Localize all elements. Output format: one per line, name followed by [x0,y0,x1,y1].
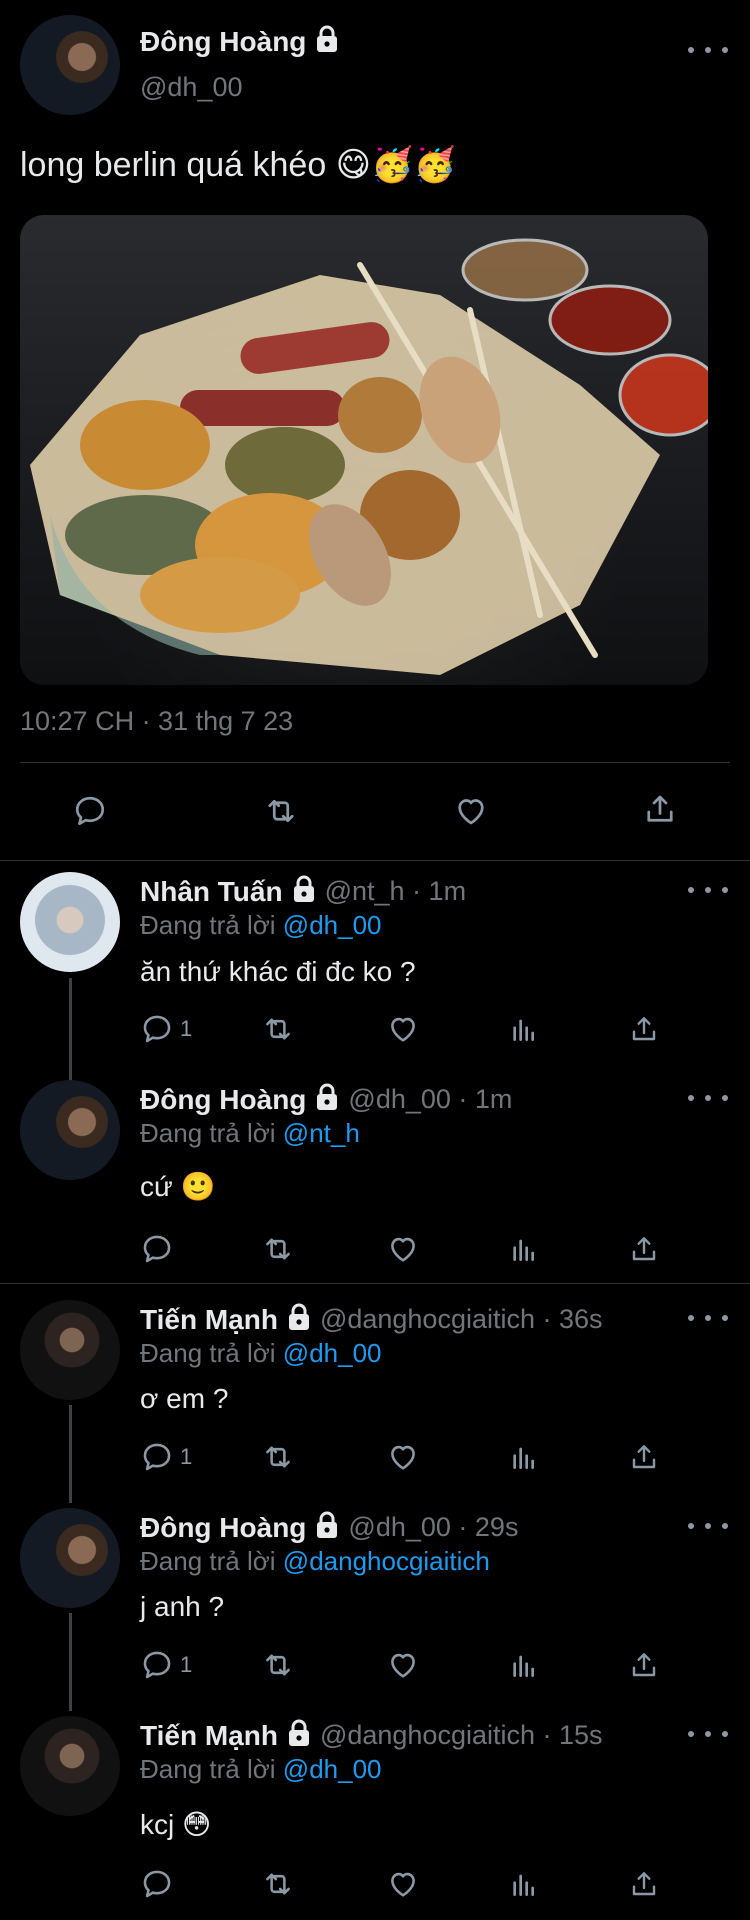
analytics-icon[interactable] [508,1440,540,1474]
reply-icon[interactable]: 1 [140,1440,192,1474]
reply-context-prefix: Đang trả lời [140,910,276,940]
analytics-icon[interactable] [508,1232,540,1266]
reply-context: Đang trả lời @dh_00 [140,910,382,941]
reply-avatar[interactable] [20,1080,120,1180]
lock-icon [291,875,317,908]
analytics-icon[interactable] [508,1648,540,1682]
reply-text: j anh ? [140,1591,225,1622]
reply-avatar[interactable] [20,1300,120,1400]
analytics-icon[interactable] [508,1867,540,1901]
retweet-icon[interactable] [260,1867,296,1901]
like-icon[interactable] [385,1867,421,1901]
like-icon[interactable] [385,1232,421,1266]
reply-context-prefix: Đang trả lời [140,1338,276,1368]
thread-line [69,978,72,1083]
main-divider-top [20,762,730,763]
reply-text: cứ 🙂 [140,1171,216,1202]
reply-icon[interactable]: 1 [140,1012,192,1046]
reply-icon[interactable]: 1 [140,1648,192,1682]
reply-context: Đang trả lời @danghocgiaitich [140,1546,490,1577]
reply-avatar[interactable] [20,1508,120,1608]
like-icon[interactable] [385,1648,421,1682]
analytics-icon[interactable] [508,1012,540,1046]
main-author-handle[interactable]: @dh_00 [140,72,243,103]
reply-more-icon[interactable] [688,1088,728,1108]
reply-icon[interactable] [140,1232,180,1266]
lock-icon [286,1719,312,1752]
reply-count: 1 [180,1652,193,1677]
like-icon[interactable] [385,1012,421,1046]
main-author-name[interactable]: Đông Hoàng [140,26,306,58]
reply-divider [0,1283,750,1284]
lock-icon [286,1303,312,1336]
reply-handle-time[interactable]: @dh_00 · 1m [348,1084,512,1115]
food-photo-illustration [30,238,708,675]
reply-handle-time[interactable]: @nt_h · 1m [325,876,466,907]
lock-icon [314,1511,340,1544]
reply-context-handle[interactable]: @danghocgiaitich [283,1546,490,1576]
share-icon[interactable] [628,1648,660,1682]
main-like-icon[interactable] [452,793,490,834]
main-timestamp[interactable]: 10:27 CH · 31 thg 7 23 [20,706,293,737]
reply-context-handle[interactable]: @dh_00 [283,1338,382,1368]
reply-text: ơ em ? [140,1383,229,1414]
reply-handle-time[interactable]: @danghocgiaitich · 15s [320,1720,603,1751]
reply-context-prefix: Đang trả lời [140,1118,276,1148]
reply-author-name[interactable]: Đông Hoàng [140,1084,306,1116]
reply-icon[interactable] [140,1867,180,1901]
reply-context-prefix: Đang trả lời [140,1546,276,1576]
reply-handle-time[interactable]: @dh_00 · 29s [348,1512,518,1543]
main-more-icon[interactable] [688,40,728,60]
main-share-icon[interactable] [642,790,678,833]
reply-author-name[interactable]: Đông Hoàng [140,1512,306,1544]
retweet-icon[interactable] [260,1440,296,1474]
reply-context-handle[interactable]: @nt_h [283,1118,360,1148]
reply-more-icon[interactable] [688,1724,728,1744]
reply-handle-time[interactable]: @danghocgiaitich · 36s [320,1304,603,1335]
main-tweet-text: long berlin quá khéo 😋🥳🥳 [20,146,456,184]
reply-context: Đang trả lời @dh_00 [140,1754,382,1785]
reply-text: kcj 😳 [140,1809,212,1840]
tweet-photo[interactable] [20,215,708,685]
share-icon[interactable] [628,1232,660,1266]
like-icon[interactable] [385,1440,421,1474]
reply-avatar[interactable] [20,1716,120,1816]
reply-count: 1 [180,1016,193,1041]
retweet-icon[interactable] [260,1648,296,1682]
retweet-icon[interactable] [260,1232,296,1266]
main-retweet-icon[interactable] [262,793,300,834]
main-divider-bottom [0,860,750,861]
reply-author-name[interactable]: Nhân Tuấn [140,876,283,908]
reply-avatar[interactable] [20,872,120,972]
reply-context-prefix: Đang trả lời [140,1754,276,1784]
reply-text: ăn thứ khác đi đc ko ? [140,956,416,987]
reply-author-name[interactable]: Tiến Mạnh [140,1304,278,1336]
retweet-icon[interactable] [260,1012,296,1046]
share-icon[interactable] [628,1440,660,1474]
main-reply-icon[interactable] [72,793,108,834]
reply-more-icon[interactable] [688,880,728,900]
share-icon[interactable] [628,1012,660,1046]
reply-context-handle[interactable]: @dh_00 [283,1754,382,1784]
reply-context: Đang trả lời @nt_h [140,1118,360,1149]
thread-line [69,1613,72,1711]
main-avatar[interactable] [20,15,120,115]
reply-count: 1 [180,1444,193,1469]
share-icon[interactable] [628,1867,660,1901]
reply-author-name[interactable]: Tiến Mạnh [140,1720,278,1752]
thread-line [69,1405,72,1503]
reply-more-icon[interactable] [688,1516,728,1536]
lock-icon [314,25,340,58]
reply-context-handle[interactable]: @dh_00 [283,910,382,940]
reply-context: Đang trả lời @dh_00 [140,1338,382,1369]
lock-icon [314,1083,340,1116]
reply-more-icon[interactable] [688,1308,728,1328]
